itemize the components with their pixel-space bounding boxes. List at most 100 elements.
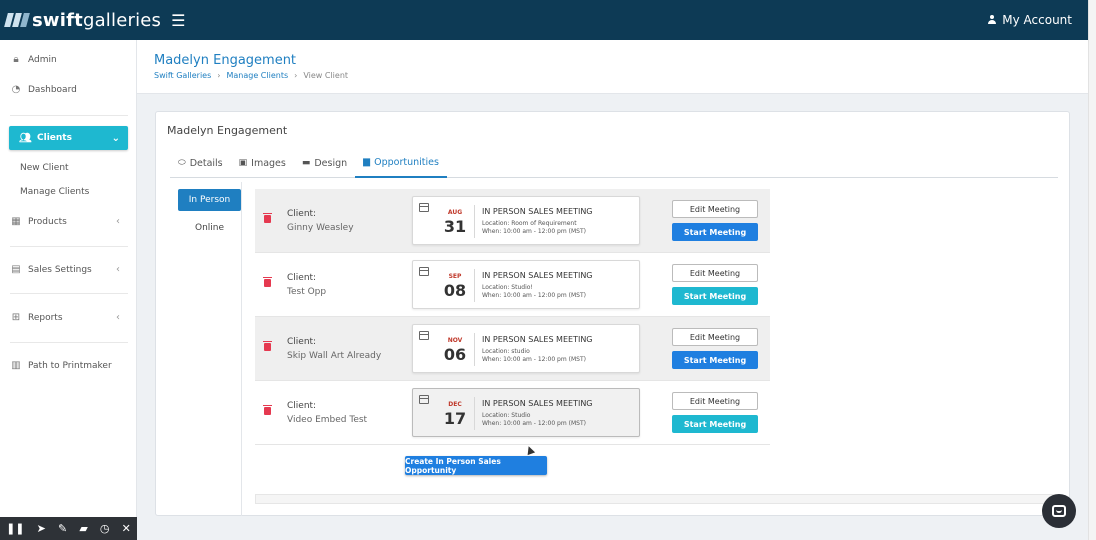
trash-icon[interactable] — [263, 277, 272, 287]
sidebar-item-label: Products — [28, 216, 67, 227]
create-opportunity-button[interactable]: Create In Person Sales Opportunity — [405, 456, 547, 475]
start-meeting-button[interactable]: Start Meeting — [672, 287, 758, 305]
my-account-button[interactable]: My Account — [987, 0, 1072, 40]
edit-meeting-button[interactable]: Edit Meeting — [672, 328, 758, 346]
tab-bar: ⬭ Details ▣ Images ▬ Design ▆ Opportunit… — [170, 148, 1058, 178]
meeting-time: When: 10:00 am - 12:00 pm (MST) — [482, 356, 586, 363]
client-label: Client: — [287, 209, 317, 219]
chevron-down-icon: ⌄ — [111, 132, 120, 144]
calendar-icon — [419, 331, 429, 340]
sidebar-item-reports[interactable]: ⊞ Reports ‹ — [10, 312, 128, 323]
pen-icon[interactable]: ✎ — [58, 522, 67, 535]
pill-in-person[interactable]: In Person — [178, 189, 241, 211]
meeting-month: DEC — [448, 401, 462, 408]
meeting-title: IN PERSON SALES MEETING — [482, 271, 593, 280]
meeting-day: 06 — [443, 345, 467, 364]
logo[interactable]: swiftgalleries — [4, 10, 161, 31]
tag-icon: ⬭ — [178, 158, 186, 168]
chevron-right-icon: › — [217, 71, 221, 80]
tab-details[interactable]: ⬭ Details — [170, 148, 231, 178]
page-header: Madelyn Engagement Swift Galleries › Man… — [137, 40, 1088, 94]
client-name: Test Opp — [287, 287, 327, 297]
scrollbar[interactable] — [1088, 0, 1096, 540]
menu-icon[interactable]: ☰ — [171, 11, 185, 30]
breadcrumb-manage-clients[interactable]: Manage Clients — [226, 71, 288, 80]
edit-meeting-button[interactable]: Edit Meeting — [672, 392, 758, 410]
tab-design[interactable]: ▬ Design — [294, 148, 355, 178]
meeting-card[interactable]: SEP 08 IN PERSON SALES MEETING Location:… — [412, 260, 640, 309]
meeting-card[interactable]: NOV 06 IN PERSON SALES MEETING Location:… — [412, 324, 640, 373]
sidebar-item-admin[interactable]: 🔒︎ Admin — [10, 54, 128, 65]
eraser-icon[interactable]: ▰ — [79, 522, 87, 535]
trash-icon[interactable] — [263, 405, 272, 415]
meeting-title: IN PERSON SALES MEETING — [482, 207, 593, 216]
edit-meeting-button[interactable]: Edit Meeting — [672, 200, 758, 218]
client-name: Ginny Weasley — [287, 223, 354, 233]
meeting-time: When: 10:00 am - 12:00 pm (MST) — [482, 292, 586, 299]
sidebar: 🔒︎ Admin ◔ Dashboard 👥︎ Clients ⌄ New Cl… — [0, 40, 137, 540]
client-name: Skip Wall Art Already — [287, 351, 382, 361]
start-meeting-button[interactable]: Start Meeting — [672, 415, 758, 433]
sidebar-item-label: Admin — [28, 54, 57, 65]
sidebar-item-sales-settings[interactable]: ▤ Sales Settings ‹ — [10, 264, 128, 275]
chevron-left-icon: ‹ — [116, 264, 120, 275]
pointer-icon[interactable]: ➤ — [37, 522, 46, 535]
timer-icon[interactable]: ◷ — [100, 522, 110, 535]
trash-icon[interactable] — [263, 341, 272, 351]
calendar-icon — [419, 203, 429, 212]
pause-icon[interactable]: ❚❚ — [6, 522, 24, 535]
start-meeting-button[interactable]: Start Meeting — [672, 223, 758, 241]
client-name: Video Embed Test — [287, 415, 368, 425]
sidebar-item-label: Dashboard — [28, 84, 77, 95]
products-icon: ▦ — [11, 216, 21, 227]
images-icon: ▣ — [238, 158, 248, 168]
page-title: Madelyn Engagement — [154, 53, 297, 68]
meeting-card[interactable]: AUG 31 IN PERSON SALES MEETING Location:… — [412, 196, 640, 245]
trash-icon[interactable] — [263, 213, 272, 223]
client-label: Client: — [287, 337, 317, 347]
chevron-right-icon: › — [294, 71, 298, 80]
meeting-location: Location: Room of Requirement — [482, 220, 577, 227]
breadcrumb-view-client: View Client — [303, 71, 349, 80]
tab-label: Opportunities — [374, 156, 439, 168]
client-card: Madelyn Engagement ⬭ Details ▣ Images ▬ … — [155, 111, 1070, 516]
meeting-day: 17 — [443, 409, 467, 428]
divider — [10, 342, 128, 343]
meeting-time: When: 10:00 am - 12:00 pm (MST) — [482, 228, 586, 235]
list-item: Client: Skip Wall Art Already NOV 06 IN … — [255, 317, 770, 381]
calendar-icon — [419, 395, 429, 404]
sidebar-item-clients[interactable]: 👥︎ Clients ⌄ — [9, 126, 128, 150]
sidebar-item-manage-clients[interactable]: Manage Clients — [20, 187, 89, 197]
client-label: Client: — [287, 401, 317, 411]
tab-label: Design — [314, 157, 348, 169]
pill-online[interactable]: Online — [178, 217, 241, 239]
tab-label: Images — [251, 157, 286, 169]
sidebar-item-products[interactable]: ▦ Products ‹ — [10, 216, 128, 227]
top-bar: swiftgalleries ☰ My Account — [0, 0, 1088, 40]
meeting-location: Location: studio — [482, 348, 530, 355]
bag-icon: ▆ — [363, 157, 371, 167]
divider — [10, 293, 128, 294]
chat-button[interactable] — [1042, 494, 1076, 528]
scroll-track[interactable] — [255, 494, 1058, 504]
my-account-label: My Account — [1002, 13, 1072, 27]
sidebar-item-path-to-printmaker[interactable]: ▥ Path to Printmaker — [10, 360, 128, 371]
sidebar-item-dashboard[interactable]: ◔ Dashboard — [10, 84, 128, 95]
edit-meeting-button[interactable]: Edit Meeting — [672, 264, 758, 282]
start-meeting-button[interactable]: Start Meeting — [672, 351, 758, 369]
sidebar-item-label: Clients — [37, 133, 72, 143]
tab-images[interactable]: ▣ Images — [231, 148, 294, 178]
close-icon[interactable]: ✕ — [122, 522, 131, 535]
meeting-time: When: 10:00 am - 12:00 pm (MST) — [482, 420, 586, 427]
tab-opportunities[interactable]: ▆ Opportunities — [355, 148, 447, 178]
sidebar-item-new-client[interactable]: New Client — [20, 163, 69, 173]
breadcrumb-swift-galleries[interactable]: Swift Galleries — [154, 71, 211, 80]
design-icon: ▬ — [301, 158, 311, 168]
meeting-card[interactable]: DEC 17 IN PERSON SALES MEETING Location:… — [412, 388, 640, 437]
opportunity-list: Client: Ginny Weasley AUG 31 IN PERSON S… — [255, 189, 770, 445]
chevron-left-icon: ‹ — [116, 312, 120, 323]
logo-icon — [4, 13, 30, 27]
sales-icon: ▤ — [11, 264, 21, 275]
meeting-location: Location: Studio! — [482, 284, 533, 291]
list-item: Client: Test Opp SEP 08 IN PERSON SALES … — [255, 253, 770, 317]
